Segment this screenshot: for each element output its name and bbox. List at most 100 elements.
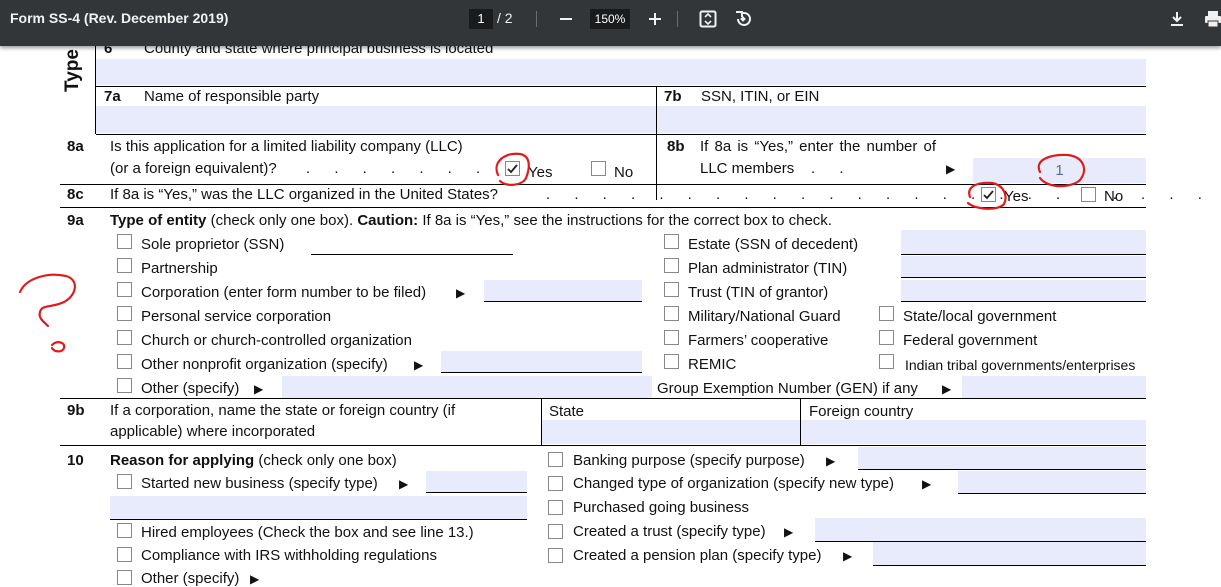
llc-yes-checkbox[interactable] [505,161,520,176]
tribal-gov-checkbox[interactable] [879,354,894,369]
line-10-number: 10 [67,452,84,469]
business-type-field-2[interactable] [110,496,527,520]
partnership-checkbox[interactable] [117,258,132,273]
arrow-right-icon: ▶ [254,382,264,396]
purchased-business-checkbox[interactable] [548,500,563,515]
entity-option-label: Farmers’ cooperative [688,332,829,349]
nonprofit-specify-field[interactable] [441,351,642,373]
rule [60,207,1146,208]
state-field[interactable] [542,420,800,444]
business-type-field[interactable] [426,471,527,493]
entity-option-label: Plan administrator (TIN) [688,260,848,277]
corporation-checkbox[interactable] [117,282,132,297]
county-state-field[interactable] [96,59,1146,85]
line-10-title: Reason for applying (check only one box) [110,452,397,469]
reason-option-label: Created a trust (specify type) [573,523,766,540]
entity-option-label: State/local government [903,308,1057,325]
rule [96,134,1146,135]
fit-page-button[interactable] [697,8,719,30]
remic-checkbox[interactable] [664,354,679,369]
gen-field[interactable] [962,376,1146,398]
arrow-right-icon: ▶ [942,382,952,396]
banking-purpose-checkbox[interactable] [548,452,563,467]
ssn-itin-ein-field[interactable] [657,106,1146,133]
trust-tin-field[interactable] [901,280,1146,302]
rotate-icon [736,11,751,26]
trust-checkbox[interactable] [664,282,679,297]
personal-service-checkbox[interactable] [117,306,132,321]
other-entity-checkbox[interactable] [117,378,132,393]
arrow-right-icon: ▶ [843,549,853,563]
arrow-right-icon: ▶ [922,477,932,491]
reason-option-label: Created a pension plan (specify type) [573,547,822,564]
leader-dots: . . . . . . . . [306,160,519,177]
irs-compliance-checkbox[interactable] [117,547,132,562]
rotate-button[interactable] [732,8,754,30]
llc-members-field[interactable]: 1 [973,158,1146,183]
plan-admin-tin-field[interactable] [901,256,1146,278]
estate-ssn-field[interactable] [901,230,1146,255]
entity-option-label: Corporation (enter form number to be fil… [141,284,427,301]
reason-option-label: Purchased going business [573,499,749,516]
trust-type-field[interactable] [815,518,1146,542]
zoom-level-input[interactable]: 150% [590,9,630,29]
entity-option-label: Federal government [903,332,1038,349]
pension-plan-checkbox[interactable] [548,548,563,563]
other-nonprofit-checkbox[interactable] [117,354,132,369]
ssn-field[interactable] [311,232,513,255]
us-organized-yes-checkbox[interactable] [981,187,996,202]
farmers-coop-checkbox[interactable] [664,330,679,345]
rule [96,86,1146,87]
line-9b-number: 9b [67,402,85,419]
changed-type-checkbox[interactable] [548,476,563,491]
church-checkbox[interactable] [117,330,132,345]
plan-administrator-checkbox[interactable] [664,258,679,273]
us-organized-no-checkbox[interactable] [1081,187,1096,202]
started-business-checkbox[interactable] [117,474,132,489]
banking-purpose-field[interactable] [858,447,1146,470]
estate-checkbox[interactable] [664,234,679,249]
checkmark-icon [983,190,994,200]
gen-label: Group Exemption Number (GEN) if any [657,380,918,397]
zoom-in-button[interactable] [644,8,666,30]
line-9b-label-2: applicable) where incorporated [110,423,316,440]
download-button[interactable] [1166,8,1188,30]
arrow-right-icon: ▶ [399,477,409,491]
leader-dots: . . [811,160,854,177]
line-7a-label: Name of responsible party [144,88,320,105]
line-8a-label-1: Is this application for a limited liabil… [110,138,463,155]
military-checkbox[interactable] [664,306,679,321]
llc-no-checkbox[interactable] [591,161,606,176]
hired-employees-checkbox[interactable] [117,523,132,538]
arrow-right-icon: ▶ [784,525,794,539]
download-icon [1171,12,1183,26]
reason-option-label: Changed type of organization (specify ne… [573,475,895,492]
federal-gov-checkbox[interactable] [879,330,894,345]
pension-type-field[interactable] [873,542,1146,566]
new-type-field[interactable] [958,471,1146,494]
zoom-out-button[interactable] [555,8,577,30]
created-trust-checkbox[interactable] [548,524,563,539]
other-specify-field[interactable] [282,376,652,398]
print-button[interactable] [1202,8,1221,30]
responsible-party-field[interactable] [96,106,656,133]
minus-icon [560,18,572,20]
foreign-country-field[interactable] [801,420,1146,444]
rule [60,445,1146,446]
other-reason-checkbox[interactable] [117,570,132,585]
page-number-input[interactable]: 1 [469,9,493,29]
line-8a-label-2: (or a foreign equivalent)? [110,160,277,177]
line-7b-number: 7b [664,88,682,105]
line-9a-title: Type of entity (check only one box). Cau… [110,212,832,229]
line-8a-number: 8a [67,138,84,155]
state-label: State [549,403,585,420]
foreign-country-label: Foreign country [809,403,914,420]
entity-option-label: Church or church-controlled organization [141,332,412,349]
llc-no-label: No [614,164,634,181]
state-local-gov-checkbox[interactable] [879,306,894,321]
type-section-label: Type [62,49,83,92]
pdf-viewer-toolbar: Form SS-4 (Rev. December 2019) 1 / 2 150… [0,0,1221,46]
sole-proprietor-checkbox[interactable] [117,234,132,249]
corporation-form-field[interactable] [484,280,642,302]
reason-option-label: Hired employees (Check the box and see l… [141,524,474,541]
